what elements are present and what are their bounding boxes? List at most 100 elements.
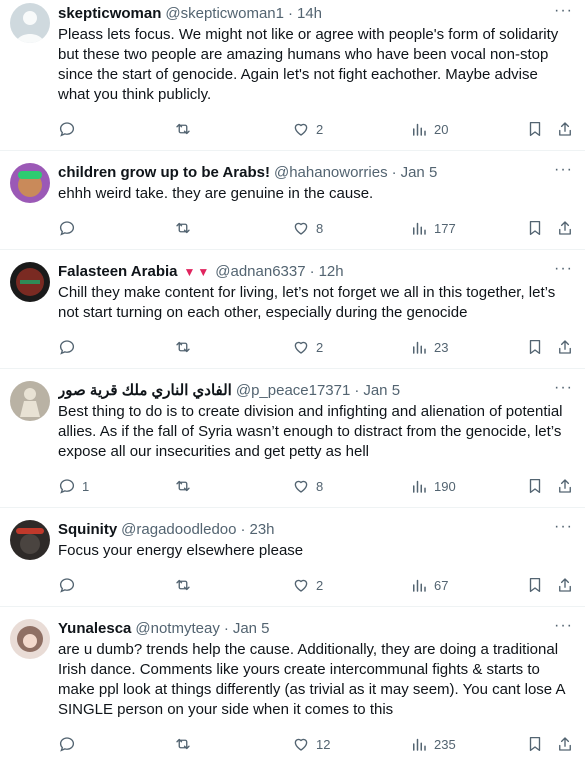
views-button[interactable]: 23 (410, 338, 448, 356)
user-handle[interactable]: @hahanoworries (274, 163, 388, 183)
reply-button[interactable] (58, 735, 82, 753)
more-options-icon[interactable]: ··· (554, 161, 573, 179)
share-button[interactable] (556, 735, 574, 753)
user-handle[interactable]: @ragadoodledoo (121, 520, 236, 540)
avatar[interactable] (10, 163, 50, 203)
timestamp[interactable]: Jan 5 (401, 163, 438, 183)
more-options-icon[interactable]: ··· (554, 260, 573, 278)
reply-feed: skepticwoman @skepticwoman1 · 14h Pleass… (0, 0, 585, 757)
reply-count: 1 (82, 478, 90, 494)
timestamp[interactable]: Jan 5 (233, 619, 270, 639)
tweet-5[interactable]: Yunalesca @notmyteay · Jan 5 are u dumb?… (0, 607, 585, 757)
like-button[interactable]: 2 (292, 120, 323, 138)
bookmark-button[interactable] (526, 338, 544, 356)
user-handle[interactable]: @p_peace17371 (236, 381, 351, 401)
share-button[interactable] (556, 477, 574, 495)
bookmark-icon (529, 121, 541, 137)
display-name[interactable]: children grow up to be Arabs! (58, 163, 270, 183)
retweet-button[interactable] (174, 576, 198, 594)
views-button[interactable]: 20 (410, 120, 448, 138)
bookmark-icon (529, 220, 541, 236)
like-button[interactable]: 8 (292, 219, 323, 237)
retweet-button[interactable] (174, 338, 198, 356)
heart-icon (294, 341, 308, 354)
avatar[interactable] (10, 381, 50, 421)
display-name[interactable]: Squinity (58, 520, 117, 540)
share-icon (559, 221, 571, 235)
separator-dot: · (223, 620, 229, 637)
reply-button[interactable] (58, 338, 82, 356)
bookmark-icon (529, 478, 541, 494)
profile-photo-icon (10, 520, 50, 560)
share-button[interactable] (556, 120, 574, 138)
more-options-icon[interactable]: ··· (554, 2, 573, 20)
avatar[interactable] (10, 3, 50, 43)
share-icon (559, 479, 571, 493)
like-button[interactable]: 2 (292, 338, 323, 356)
retweet-icon (176, 579, 190, 591)
views-button[interactable]: 67 (410, 576, 448, 594)
analytics-icon (413, 738, 426, 751)
bookmark-icon (529, 736, 541, 752)
tweet-1[interactable]: children grow up to be Arabs! @hahanowor… (0, 151, 585, 250)
tweet-3[interactable]: الفادي الناري ملك قرية صور @p_peace17371… (0, 369, 585, 508)
reply-icon (59, 122, 75, 137)
heart-icon (294, 738, 308, 751)
reply-button[interactable] (58, 120, 82, 138)
like-count: 2 (316, 577, 324, 593)
like-button[interactable]: 2 (292, 576, 323, 594)
bookmark-button[interactable] (526, 576, 544, 594)
display-name[interactable]: skepticwoman (58, 4, 161, 24)
bookmark-button[interactable] (526, 120, 544, 138)
more-options-icon[interactable]: ··· (554, 518, 573, 536)
retweet-button[interactable] (174, 735, 198, 753)
reply-icon (59, 340, 75, 355)
tweet-header: children grow up to be Arabs! @hahanowor… (58, 163, 573, 183)
more-options-icon[interactable]: ··· (554, 617, 573, 635)
tweet-2[interactable]: Falasteen Arabia ▼▼ @adnan6337 · 12h Chi… (0, 250, 585, 369)
like-button[interactable]: 12 (292, 735, 330, 753)
tweet-header: Yunalesca @notmyteay · Jan 5 (58, 619, 573, 639)
views-button[interactable]: 190 (410, 477, 456, 495)
user-handle[interactable]: @notmyteay (135, 619, 219, 639)
tweet-header: skepticwoman @skepticwoman1 · 14h (58, 4, 573, 24)
tweet-0[interactable]: skepticwoman @skepticwoman1 · 14h Pleass… (0, 0, 585, 151)
user-handle[interactable]: @skepticwoman1 (165, 4, 284, 24)
timestamp[interactable]: 14h (297, 4, 322, 24)
tweet-4[interactable]: Squinity @ragadoodledoo · 23h Focus your… (0, 508, 585, 607)
like-count: 2 (316, 121, 324, 137)
display-name[interactable]: Yunalesca (58, 619, 131, 639)
like-button[interactable]: 8 (292, 477, 323, 495)
user-handle[interactable]: @adnan6337 (215, 262, 305, 282)
reply-button[interactable] (58, 219, 82, 237)
views-button[interactable]: 177 (410, 219, 456, 237)
timestamp[interactable]: 23h (250, 520, 275, 540)
more-options-icon[interactable]: ··· (554, 379, 573, 397)
views-button[interactable]: 235 (410, 735, 456, 753)
share-button[interactable] (556, 576, 574, 594)
retweet-button[interactable] (174, 477, 198, 495)
profile-photo-icon (10, 163, 50, 203)
tweet-header: Squinity @ragadoodledoo · 23h (58, 520, 573, 540)
bookmark-button[interactable] (526, 219, 544, 237)
reply-button[interactable]: 1 (58, 477, 89, 495)
view-count: 177 (434, 220, 456, 236)
share-button[interactable] (556, 338, 574, 356)
avatar[interactable] (10, 619, 50, 659)
avatar[interactable] (10, 262, 50, 302)
retweet-button[interactable] (174, 120, 198, 138)
bookmark-button[interactable] (526, 735, 544, 753)
reply-button[interactable] (58, 576, 82, 594)
retweet-button[interactable] (174, 219, 198, 237)
timestamp[interactable]: Jan 5 (363, 381, 400, 401)
timestamp[interactable]: 12h (319, 262, 344, 282)
bookmark-button[interactable] (526, 477, 544, 495)
analytics-icon (413, 579, 426, 592)
bookmark-icon (529, 339, 541, 355)
share-button[interactable] (556, 219, 574, 237)
view-count: 190 (434, 478, 456, 494)
avatar[interactable] (10, 520, 50, 560)
display-name[interactable]: الفادي الناري ملك قرية صور (58, 381, 232, 401)
display-name[interactable]: Falasteen Arabia (58, 262, 178, 282)
action-bar: 2 67 (58, 575, 575, 595)
